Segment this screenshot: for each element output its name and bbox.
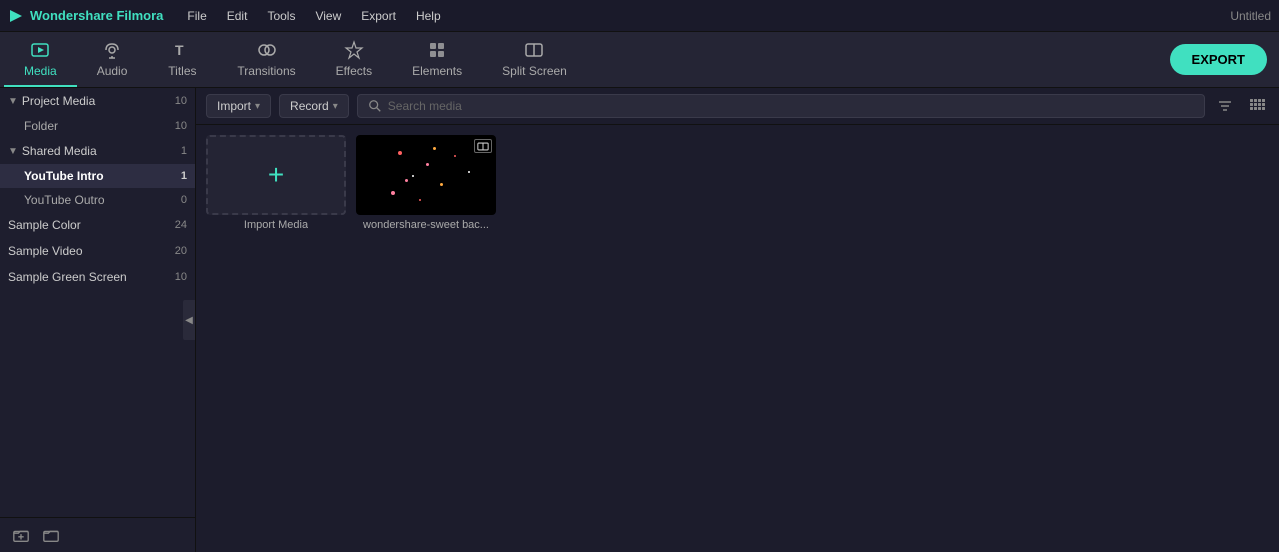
record-chevron-icon: ▾ <box>333 101 338 112</box>
menu-edit[interactable]: Edit <box>219 7 256 25</box>
sidebar-item-sample-color[interactable]: Sample Color 24 <box>0 212 195 238</box>
chevron-down-icon: ▼ <box>8 96 18 107</box>
sidebar-count-shared-media: 1 <box>181 145 187 157</box>
svg-text:T: T <box>175 42 184 58</box>
import-label: Import <box>217 99 251 113</box>
import-media-label: Import Media <box>244 219 308 231</box>
tab-split-screen-label: Split Screen <box>502 64 567 78</box>
grid-view-icon <box>1249 98 1265 114</box>
filter-icon <box>1217 98 1233 114</box>
filter-button[interactable] <box>1213 94 1237 118</box>
sidebar-item-sample-video[interactable]: Sample Video 20 <box>0 238 195 264</box>
audio-icon <box>102 40 122 60</box>
sidebar-item-folder[interactable]: Folder 10 <box>0 114 195 138</box>
elements-icon <box>427 40 447 60</box>
tab-audio-label: Audio <box>97 64 128 78</box>
media-item-import[interactable]: + Import Media <box>206 135 346 231</box>
split-screen-icon <box>524 40 544 60</box>
app-logo: Wondershare Filmora <box>8 8 163 24</box>
export-button[interactable]: EXPORT <box>1170 44 1267 75</box>
sidebar-item-youtube-intro-label: YouTube Intro <box>24 169 104 183</box>
tab-split-screen[interactable]: Split Screen <box>482 32 587 87</box>
video-thumb <box>356 135 496 215</box>
tab-titles[interactable]: T Titles <box>147 32 217 87</box>
folder-icon[interactable] <box>42 526 60 544</box>
search-icon <box>368 99 382 113</box>
chevron-down-icon-2: ▼ <box>8 146 18 157</box>
import-dropdown[interactable]: Import ▾ <box>206 94 271 118</box>
search-input[interactable] <box>388 99 1194 113</box>
sidebar-label-project-media: Project Media <box>22 94 95 108</box>
main-area: ▼ Project Media 10 Folder 10 ▼ Shared Me… <box>0 88 1279 552</box>
record-label: Record <box>290 99 329 113</box>
video-thumb-bg <box>356 135 496 215</box>
effects-icon <box>344 40 364 60</box>
tab-elements[interactable]: Elements <box>392 32 482 87</box>
transitions-icon <box>257 40 277 60</box>
menu-help[interactable]: Help <box>408 7 449 25</box>
tab-media-label: Media <box>24 64 57 78</box>
content-toolbar: Import ▾ Record ▾ <box>196 88 1279 125</box>
plus-icon: + <box>268 159 284 191</box>
media-grid: + Import Media <box>196 125 1279 552</box>
media-item-video[interactable]: wondershare-sweet bac... <box>356 135 496 231</box>
tab-transitions[interactable]: Transitions <box>217 32 315 87</box>
menu-view[interactable]: View <box>307 7 349 25</box>
sidebar-label-shared-media: Shared Media <box>22 144 97 158</box>
sidebar-item-folder-count: 10 <box>175 120 187 132</box>
collapse-sidebar-button[interactable]: ◀ <box>183 300 195 340</box>
search-bar <box>357 94 1205 118</box>
sidebar: ▼ Project Media 10 Folder 10 ▼ Shared Me… <box>0 88 196 552</box>
menu-export[interactable]: Export <box>353 7 404 25</box>
app-name: Wondershare Filmora <box>30 8 163 23</box>
content-area: Import ▾ Record ▾ <box>196 88 1279 552</box>
tab-media[interactable]: Media <box>4 32 77 87</box>
sidebar-count-sample-green-screen: 10 <box>175 271 187 283</box>
title-bar: Wondershare Filmora File Edit Tools View… <box>0 0 1279 32</box>
toolbar: Media Audio T Titles Transitions Effects <box>0 32 1279 88</box>
sidebar-header-project-media[interactable]: ▼ Project Media 10 <box>0 88 195 114</box>
sidebar-item-youtube-intro-count: 1 <box>181 170 187 182</box>
split-overlay-icon <box>474 139 492 153</box>
split-icon-svg <box>477 142 489 151</box>
menu-bar: File Edit Tools View Export Help <box>179 7 448 25</box>
menu-tools[interactable]: Tools <box>259 7 303 25</box>
tab-audio[interactable]: Audio <box>77 32 148 87</box>
tab-effects[interactable]: Effects <box>316 32 392 87</box>
sidebar-label-sample-color: Sample Color <box>8 218 81 232</box>
new-folder-icon[interactable] <box>12 526 30 544</box>
sidebar-item-youtube-outro[interactable]: YouTube Outro 0 <box>0 188 195 212</box>
sidebar-item-youtube-outro-count: 0 <box>181 194 187 206</box>
window-title: Untitled <box>1230 9 1271 23</box>
sidebar-item-folder-label: Folder <box>24 119 58 133</box>
tab-transitions-label: Transitions <box>237 64 295 78</box>
record-dropdown[interactable]: Record ▾ <box>279 94 349 118</box>
sidebar-item-youtube-outro-label: YouTube Outro <box>24 193 105 207</box>
tab-titles-label: Titles <box>168 64 196 78</box>
tab-effects-label: Effects <box>336 64 372 78</box>
menu-file[interactable]: File <box>179 7 214 25</box>
sidebar-bottom <box>0 517 195 552</box>
sidebar-item-youtube-intro[interactable]: YouTube Intro 1 <box>0 164 195 188</box>
sidebar-count-project-media: 10 <box>175 95 187 107</box>
sidebar-section-project-media: ▼ Project Media 10 Folder 10 <box>0 88 195 138</box>
sidebar-count-sample-video: 20 <box>175 245 187 257</box>
titles-icon: T <box>172 40 192 60</box>
sidebar-item-sample-green-screen[interactable]: Sample Green Screen 10 <box>0 264 195 290</box>
sidebar-header-shared-media[interactable]: ▼ Shared Media 1 <box>0 138 195 164</box>
video-label: wondershare-sweet bac... <box>363 219 489 231</box>
sidebar-label-sample-green-screen: Sample Green Screen <box>8 270 127 284</box>
tab-elements-label: Elements <box>412 64 462 78</box>
import-chevron-icon: ▾ <box>255 101 260 112</box>
sidebar-label-sample-video: Sample Video <box>8 244 83 258</box>
sidebar-section-shared-media: ▼ Shared Media 1 YouTube Intro 1 YouTube… <box>0 138 195 212</box>
sidebar-count-sample-color: 24 <box>175 219 187 231</box>
grid-view-button[interactable] <box>1245 94 1269 118</box>
import-media-thumb[interactable]: + <box>206 135 346 215</box>
media-icon <box>30 40 50 60</box>
